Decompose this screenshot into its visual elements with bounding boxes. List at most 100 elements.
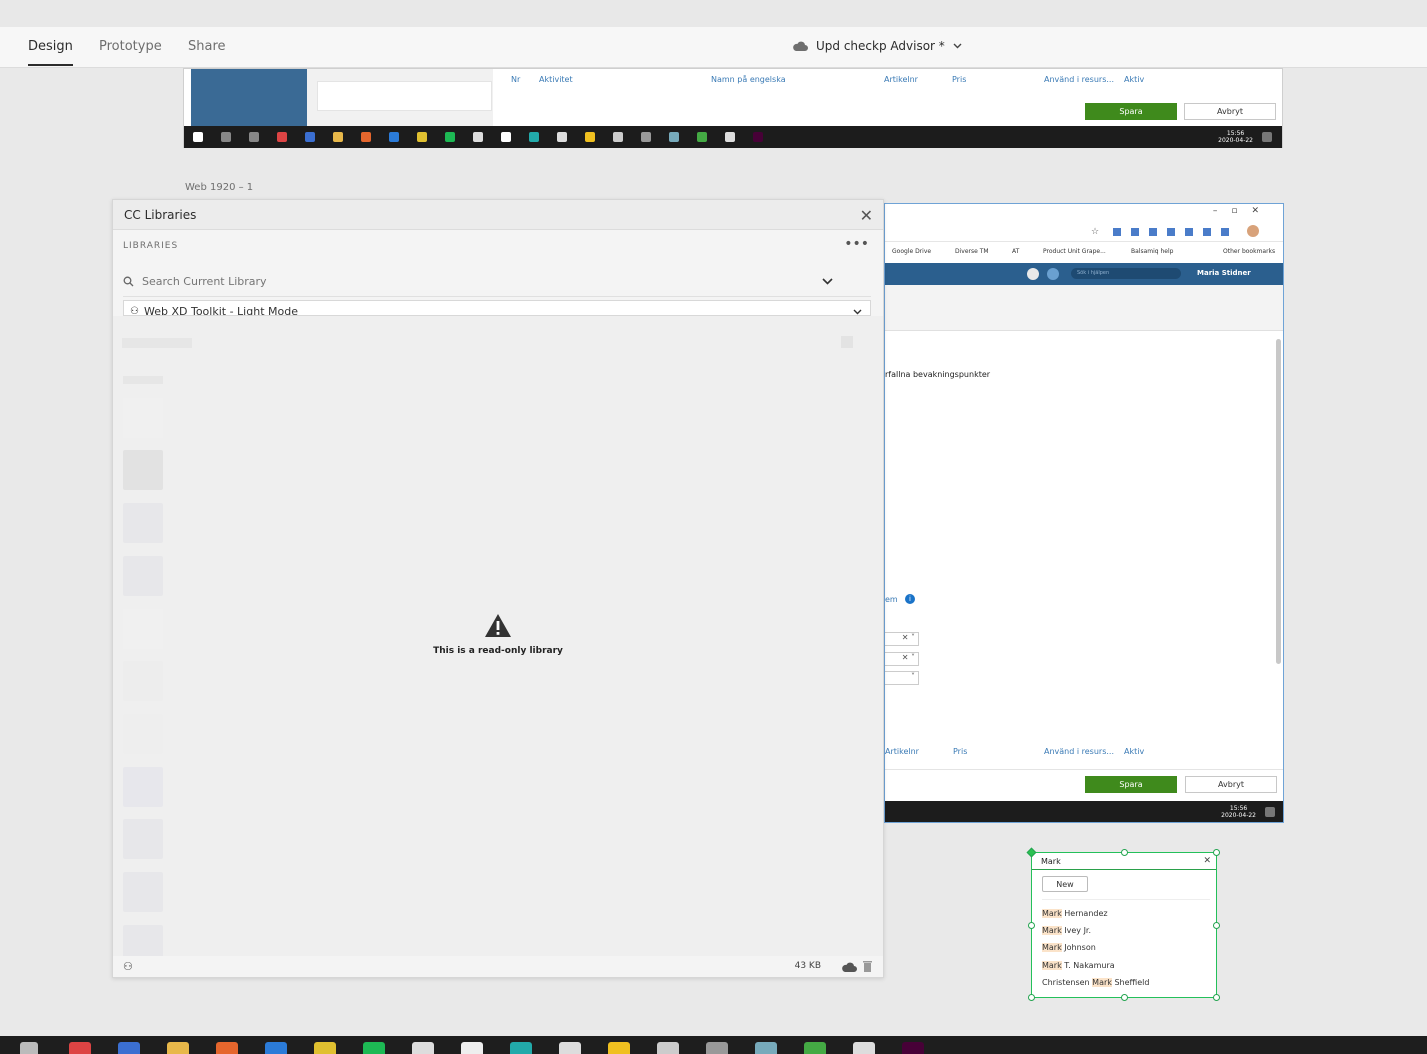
select-field: ✕ ˅	[885, 632, 919, 646]
chrome-icon	[417, 132, 427, 142]
column-header: Artikelnr	[884, 75, 918, 84]
folder-icon	[333, 132, 343, 142]
bookmark-item: Product Unit Grape...	[1043, 248, 1106, 255]
document-title[interactable]: Upd checkp Advisor *	[792, 39, 962, 53]
app-subheader	[885, 285, 1283, 331]
colors-section-label	[123, 376, 163, 384]
app-icon[interactable]	[755, 1042, 777, 1054]
search-input[interactable]	[142, 275, 822, 288]
grid-view-icon	[841, 336, 853, 348]
tab-design[interactable]: Design	[28, 39, 73, 66]
select-field: ✕ ˅	[885, 652, 919, 666]
artboard-label[interactable]: Web 1920 – 1	[185, 182, 253, 193]
calendar-icon[interactable]	[118, 1042, 140, 1054]
screenshot-taskbar: 15:56 2020-04-22	[184, 126, 1282, 148]
autocomplete-component[interactable]: Mark ✕ New Mark Hernandez Mark Ivey Jr. …	[1026, 847, 1220, 1001]
save-button: Spara	[1085, 776, 1177, 793]
sticky-notes-icon	[585, 132, 595, 142]
content-link: em	[885, 595, 898, 604]
browser-toolbar: ☆	[885, 222, 1283, 242]
more-options-icon[interactable]: •••	[844, 236, 869, 252]
chevron-down-icon[interactable]	[822, 278, 833, 285]
list-item	[123, 872, 871, 912]
slack-icon[interactable]	[559, 1042, 581, 1054]
close-icon[interactable]: ✕	[860, 206, 873, 225]
xd-icon[interactable]	[902, 1042, 924, 1054]
artboard-screenshot-top[interactable]: Nr Aktivitet Namn på engelska Artikelnr …	[183, 68, 1283, 148]
gmail-icon[interactable]	[69, 1042, 91, 1054]
ie-icon	[389, 132, 399, 142]
taskbar-clock: 15:56 2020-04-22	[1221, 805, 1256, 819]
document-title-text: Upd checkp Advisor *	[816, 39, 945, 53]
app-icon	[529, 132, 539, 142]
app-header: Sök i hjälpen Maria Stidner	[885, 263, 1283, 285]
search-icon	[123, 276, 134, 287]
artboard-screenshot-right[interactable]: –▫✕ ☆ Google Drive Diverse TM AT Product…	[884, 203, 1284, 823]
help-search-input: Sök i hjälpen	[1071, 268, 1181, 279]
column-header: Aktiv	[1124, 75, 1145, 84]
selection-handle[interactable]	[1028, 994, 1035, 1001]
app-icon[interactable]	[412, 1042, 434, 1054]
libraries-section-label: LIBRARIES	[123, 241, 179, 251]
tab-share[interactable]: Share	[188, 39, 226, 54]
library-collaboration-icon[interactable]: ⚇	[123, 960, 133, 973]
app-icon[interactable]	[510, 1042, 532, 1054]
list-item	[123, 661, 871, 701]
selection-handle[interactable]	[1121, 994, 1128, 1001]
list-item[interactable]: Mark Hernandez	[1042, 909, 1108, 918]
select-field: ˅	[885, 671, 919, 685]
divider	[1042, 899, 1210, 900]
content-text: rfallna bevakningspunkter	[885, 370, 991, 379]
view-by-type-control	[122, 338, 192, 348]
selection-handle[interactable]	[1213, 849, 1220, 856]
windows-icon	[193, 132, 203, 142]
library-select[interactable]: ⚇ Web XD Toolkit - Light Mode	[123, 300, 871, 316]
task-view-icon[interactable]	[20, 1042, 38, 1054]
column-header: Nr	[511, 75, 521, 84]
app-icon[interactable]	[461, 1042, 483, 1054]
slack-icon	[557, 132, 567, 142]
list-item	[123, 925, 871, 956]
app-icon	[473, 132, 483, 142]
window-titlebar	[0, 0, 1427, 27]
spotify-icon[interactable]	[363, 1042, 385, 1054]
help-icon	[1047, 268, 1059, 280]
selection-handle[interactable]	[1213, 922, 1220, 929]
globe-icon[interactable]	[804, 1042, 826, 1054]
calculator-icon	[613, 132, 623, 142]
warning-icon	[485, 614, 511, 637]
new-button[interactable]: New	[1042, 876, 1088, 892]
selection-handle[interactable]	[1028, 922, 1035, 929]
list-item[interactable]: Mark T. Nakamura	[1042, 961, 1115, 970]
avatar	[1247, 225, 1259, 237]
column-header: Aktivitet	[539, 75, 573, 84]
selection-handle[interactable]	[1213, 994, 1220, 1001]
info-icon: i	[905, 594, 915, 604]
list-item[interactable]: Christensen Mark Sheffield	[1042, 978, 1149, 987]
calculator-icon[interactable]	[657, 1042, 679, 1054]
clear-icon[interactable]: ✕	[1203, 853, 1211, 870]
list-item	[123, 450, 871, 490]
read-only-message: This is a read-only library	[433, 646, 563, 656]
sticky-notes-icon[interactable]	[608, 1042, 630, 1054]
column-header: Använd i resurs...	[1044, 747, 1114, 756]
app-icon[interactable]	[706, 1042, 728, 1054]
app-icon	[501, 132, 511, 142]
ie-icon[interactable]	[265, 1042, 287, 1054]
library-search[interactable]	[123, 267, 871, 297]
cloud-icon[interactable]	[841, 962, 857, 973]
task-view-icon	[249, 132, 259, 142]
folder-icon[interactable]	[167, 1042, 189, 1054]
chrome-icon[interactable]	[314, 1042, 336, 1054]
globe-icon	[697, 132, 707, 142]
firefox-icon[interactable]	[216, 1042, 238, 1054]
selection-handle[interactable]	[1121, 849, 1128, 856]
extension-icons	[1113, 228, 1233, 236]
save-button: Spara	[1085, 103, 1177, 120]
taskbar-clock: 15:56 2020-04-22	[1218, 130, 1253, 144]
list-item[interactable]: Mark Johnson	[1042, 943, 1096, 952]
tab-prototype[interactable]: Prototype	[99, 39, 162, 54]
trash-icon[interactable]	[862, 960, 873, 973]
list-item[interactable]: Mark Ivey Jr.	[1042, 926, 1091, 935]
app-icon[interactable]	[853, 1042, 875, 1054]
